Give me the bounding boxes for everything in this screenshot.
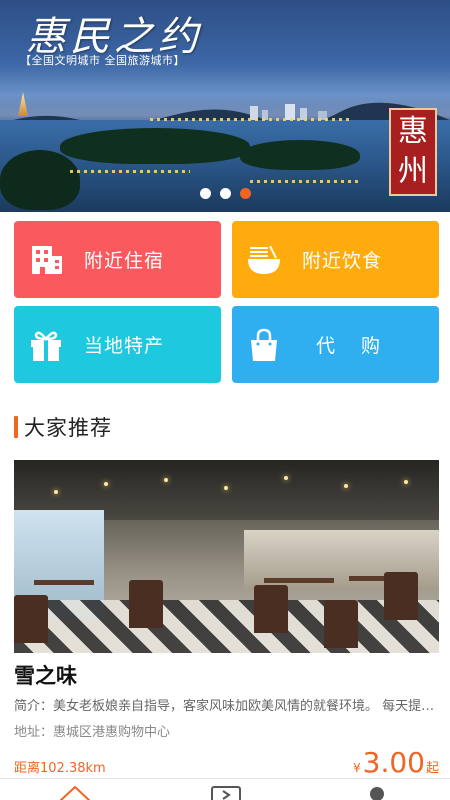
seal-char: 惠 — [398, 114, 428, 149]
photo-chair — [254, 585, 288, 633]
home-icon[interactable] — [58, 785, 92, 800]
restaurant-address: 地址：惠城区港惠购物中心 — [14, 725, 171, 740]
price-currency: ¥ — [353, 761, 361, 775]
section-accent-bar — [14, 416, 18, 438]
tile-label: 代 购 — [316, 335, 391, 357]
photo-chair — [14, 595, 48, 643]
nearby-food-button[interactable]: 附近饮食 — [232, 221, 439, 298]
photo-chair — [384, 572, 418, 620]
restaurant-photo[interactable] — [14, 460, 439, 653]
photo-lamp — [344, 484, 348, 488]
building-icon — [32, 246, 62, 274]
banner-lights — [250, 180, 360, 183]
price-amount: 3.00 — [362, 746, 425, 779]
photo-lamp — [164, 478, 168, 482]
section-header: 大家推荐 — [14, 413, 112, 441]
photo-lamp — [54, 490, 58, 494]
media-icon[interactable] — [211, 785, 241, 800]
photo-lamp — [224, 486, 228, 490]
banner-lights — [70, 170, 190, 173]
carousel-dot[interactable] — [220, 188, 231, 199]
tile-label: 附近饮食 — [302, 250, 383, 272]
carousel-dot[interactable] — [200, 188, 211, 199]
photo-chair — [324, 600, 358, 648]
tile-label: 当地特产 — [84, 335, 165, 357]
photo-lamp — [284, 476, 288, 480]
banner-island — [240, 140, 360, 170]
photo-lamp — [404, 480, 408, 484]
banner-island — [60, 128, 250, 164]
banner-lights — [150, 118, 350, 121]
carousel-indicator — [200, 188, 251, 199]
shopping-bag-icon — [251, 328, 277, 361]
bottom-nav — [0, 778, 450, 800]
seal-char: 州 — [398, 154, 428, 189]
tile-label: 附近住宿 — [84, 250, 165, 272]
photo-table — [34, 580, 94, 585]
city-seal: 惠 州 — [389, 108, 437, 196]
banner-island — [0, 150, 80, 210]
restaurant-price: ¥ 3.00 起 — [353, 748, 439, 778]
restaurant-intro: 简介：美女老板娘亲自指导，客家风味加欧美风情的就餐环境。 每天提供新鲜美食 — [14, 699, 439, 714]
photo-lamp — [104, 482, 108, 486]
photo-floor — [14, 600, 439, 653]
profile-icon[interactable] — [368, 785, 386, 800]
section-title: 大家推荐 — [24, 416, 112, 440]
restaurant-name[interactable]: 雪之味 — [14, 660, 77, 690]
banner-carousel[interactable]: 惠民之约 【全国文明城市 全国旅游城市】 惠 州 — [0, 0, 450, 212]
purchase-agent-button[interactable]: 代 购 — [232, 306, 439, 383]
restaurant-distance: 距离102.38km — [14, 761, 106, 776]
nearby-lodging-button[interactable]: 附近住宿 — [14, 221, 221, 298]
noodle-bowl-icon — [248, 245, 280, 274]
local-specialty-button[interactable]: 当地特产 — [14, 306, 221, 383]
price-suffix: 起 — [425, 761, 439, 776]
gift-icon — [31, 331, 61, 361]
banner-subtitle: 【全国文明城市 全国旅游城市】 — [20, 54, 185, 67]
photo-table — [264, 578, 334, 583]
carousel-dot-active[interactable] — [240, 188, 251, 199]
photo-chair — [129, 580, 163, 628]
